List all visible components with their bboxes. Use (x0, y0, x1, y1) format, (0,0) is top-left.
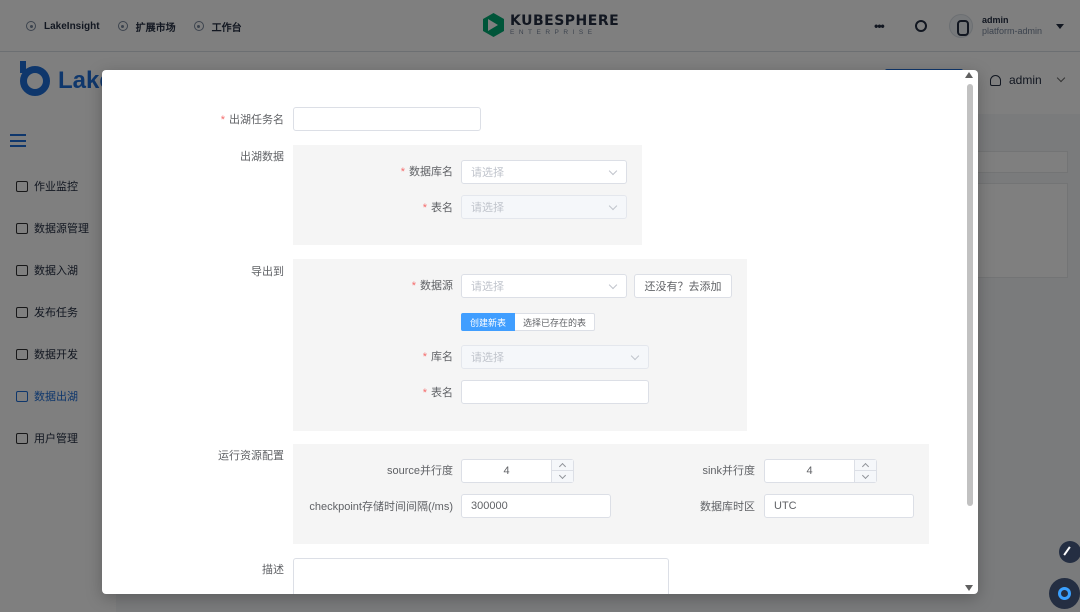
source-table-select[interactable]: 请选择 (461, 195, 627, 219)
scroll-up-icon[interactable] (965, 72, 973, 78)
checkpoint-interval-input[interactable]: 300000 (461, 494, 611, 518)
chevron-down-icon (608, 166, 618, 176)
db-timezone-label: 数据库时区 (700, 501, 755, 513)
tab-create-new-table[interactable]: 创建新表 (461, 313, 516, 331)
target-datasource-label: * 数据源 (411, 280, 453, 292)
scrollbar-thumb[interactable] (967, 84, 973, 506)
tools-button[interactable] (1059, 541, 1080, 563)
source-table-label: * 表名 (422, 202, 453, 214)
target-table-input[interactable] (461, 380, 649, 404)
increment-button[interactable] (855, 460, 876, 471)
chevron-down-icon (608, 201, 618, 211)
scroll-down-icon[interactable] (965, 585, 973, 591)
export-task-dialog: * 出湖任务名 出湖数据 * 数据库名 请选择 * 表名 请选择 导出到 * 数据源 请… (102, 70, 978, 594)
export-section-label: 导出到 (251, 266, 284, 278)
hammer-icon (1063, 546, 1071, 556)
target-database-label: * 库名 (422, 351, 453, 363)
lake-assistant-button[interactable] (1049, 578, 1080, 609)
source-database-select[interactable]: 请选择 (461, 160, 627, 184)
add-datasource-button[interactable]: 还没有？去添加 (634, 274, 732, 298)
description-textarea[interactable] (293, 558, 669, 594)
source-section-label: 出湖数据 (240, 151, 284, 163)
description-label: 描述 (262, 564, 284, 576)
lake-logo-icon (1058, 587, 1071, 600)
source-database-label: * 数据库名 (400, 166, 453, 178)
sink-parallelism-label: sink并行度 (702, 465, 755, 477)
task-name-label: * 出湖任务名 (220, 114, 284, 126)
target-database-select[interactable]: 请选择 (461, 345, 649, 369)
required-mark: * (220, 114, 225, 126)
tab-select-existing-table[interactable]: 选择已存在的表 (515, 313, 596, 331)
target-datasource-select[interactable]: 请选择 (461, 274, 627, 298)
target-table-label: * 表名 (422, 387, 453, 399)
chevron-down-icon (608, 280, 618, 290)
db-timezone-input[interactable]: UTC (764, 494, 914, 518)
source-parallelism-label: source并行度 (386, 465, 453, 477)
task-name-input[interactable] (293, 107, 481, 131)
decrement-button[interactable] (855, 471, 876, 482)
source-parallelism-input[interactable]: 4 (461, 459, 574, 483)
sink-parallelism-input[interactable]: 4 (764, 459, 877, 483)
resource-section-label: 运行资源配置 (218, 450, 284, 462)
table-mode-tabs: 创建新表 选择已存在的表 (461, 313, 596, 331)
chevron-down-icon (630, 351, 640, 361)
decrement-button[interactable] (552, 471, 573, 482)
checkpoint-interval-label: checkpoint存储时间间隔(/ms) (309, 501, 453, 513)
increment-button[interactable] (552, 460, 573, 471)
